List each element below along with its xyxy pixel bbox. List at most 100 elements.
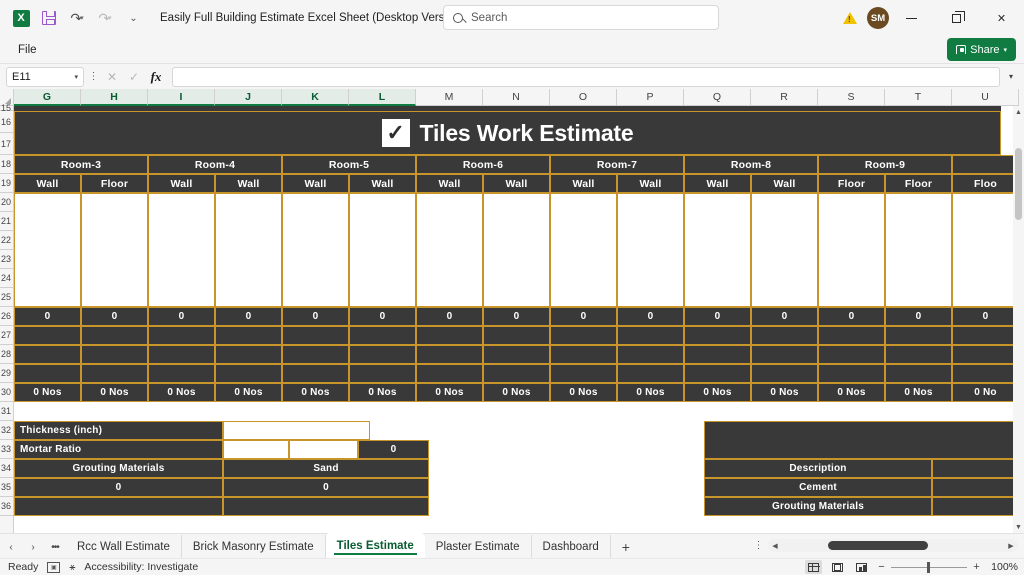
cement-value[interactable]: [932, 478, 1024, 497]
row-header-35[interactable]: 35: [0, 478, 13, 497]
blank-cell-r27-c5[interactable]: [349, 326, 416, 345]
blank-cell-r27-c3[interactable]: [215, 326, 282, 345]
column-header-U[interactable]: U: [952, 89, 1019, 106]
row-header-22[interactable]: 22: [0, 231, 13, 250]
zoom-in-button[interactable]: +: [972, 561, 981, 573]
row-header-32[interactable]: 32: [0, 421, 13, 440]
blank-cell-r29-c5[interactable]: [349, 364, 416, 383]
column-header-M[interactable]: M: [416, 89, 483, 106]
left-panel-blank-b[interactable]: [223, 497, 429, 516]
vertical-scrollbar[interactable]: ▲ ▼: [1013, 106, 1024, 533]
page-layout-view-button[interactable]: [829, 560, 846, 574]
row-header-24[interactable]: 24: [0, 269, 13, 288]
total-cell-1[interactable]: 0: [81, 307, 148, 326]
total-cell-5[interactable]: 0: [349, 307, 416, 326]
sheet-tab-plaster-estimate[interactable]: Plaster Estimate: [425, 535, 532, 558]
title-checkbox[interactable]: ✓: [381, 119, 410, 147]
input-cell-col0[interactable]: [14, 193, 81, 307]
room-subheader-Room-5-wall-1[interactable]: Wall: [349, 174, 416, 193]
thickness-input[interactable]: [223, 421, 370, 440]
blank-cell-r27-c2[interactable]: [148, 326, 215, 345]
nos-cell-9[interactable]: 0 Nos: [617, 383, 684, 402]
row-header-29[interactable]: 29: [0, 364, 13, 383]
scroll-left-icon[interactable]: ◀: [768, 542, 782, 550]
scroll-down-icon[interactable]: ▼: [1013, 521, 1024, 533]
enter-icon[interactable]: ✓: [124, 67, 144, 87]
blank-cell-r28-c13[interactable]: [885, 345, 952, 364]
blank-cell-r29-c3[interactable]: [215, 364, 282, 383]
nos-cell-1[interactable]: 0 Nos: [81, 383, 148, 402]
nos-cell-3[interactable]: 0 Nos: [215, 383, 282, 402]
cancel-icon[interactable]: ✕: [102, 67, 122, 87]
column-header-N[interactable]: N: [483, 89, 550, 106]
blank-cell-r29-c9[interactable]: [617, 364, 684, 383]
input-cell-col5[interactable]: [349, 193, 416, 307]
grouting-materials-value[interactable]: 0: [14, 478, 223, 497]
horizontal-scroll-thumb[interactable]: [828, 541, 928, 550]
room-subheader-Room-4-wall-1[interactable]: Wall: [215, 174, 282, 193]
input-cell-col7[interactable]: [483, 193, 550, 307]
room-header-Room-9[interactable]: Room-9: [818, 155, 952, 174]
normal-view-button[interactable]: [805, 560, 822, 574]
next-sheet-icon[interactable]: ›: [22, 536, 44, 558]
blank-cell-r29-c0[interactable]: [14, 364, 81, 383]
tab-split-handle[interactable]: ⋮: [752, 540, 764, 551]
row-header-27[interactable]: 27: [0, 326, 13, 345]
total-cell-12[interactable]: 0: [818, 307, 885, 326]
room-subheader-Room-6-wall-1[interactable]: Wall: [483, 174, 550, 193]
blank-cell-r27-c0[interactable]: [14, 326, 81, 345]
blank-cell-r28-c10[interactable]: [684, 345, 751, 364]
save-icon[interactable]: [36, 6, 62, 30]
room-header-Room-4[interactable]: Room-4: [148, 155, 282, 174]
nos-cell-14[interactable]: 0 No: [952, 383, 1019, 402]
record-macro-icon[interactable]: ▣: [47, 561, 61, 573]
column-header-P[interactable]: P: [617, 89, 684, 106]
right-panel-header-blank[interactable]: [704, 421, 1024, 459]
tab-file[interactable]: File: [8, 41, 47, 59]
total-cell-0[interactable]: 0: [14, 307, 81, 326]
nos-cell-4[interactable]: 0 Nos: [282, 383, 349, 402]
sheet-tab-rcc-wall-estimate[interactable]: Rcc Wall Estimate: [66, 535, 182, 558]
zoom-slider[interactable]: − +: [877, 561, 981, 573]
page-break-view-button[interactable]: [853, 560, 870, 574]
room-header-Room-8[interactable]: Room-8: [684, 155, 818, 174]
total-cell-3[interactable]: 0: [215, 307, 282, 326]
blank-cell-r27-c11[interactable]: [751, 326, 818, 345]
blank-cell-r28-c11[interactable]: [751, 345, 818, 364]
total-cell-13[interactable]: 0: [885, 307, 952, 326]
share-button[interactable]: Share ▾: [947, 38, 1016, 61]
column-header-K[interactable]: K: [282, 89, 349, 106]
blank-cell-r27-c13[interactable]: [885, 326, 952, 345]
blank-cell-r29-c14[interactable]: [952, 364, 1019, 383]
room-subheader-Room-9-floor-0[interactable]: Floor: [818, 174, 885, 193]
row-header-36[interactable]: 36: [0, 497, 13, 516]
blank-cell-r29-c13[interactable]: [885, 364, 952, 383]
row-header-28[interactable]: 28: [0, 345, 13, 364]
room-subheader-Room-3-floor-1[interactable]: Floor: [81, 174, 148, 193]
blank-cell-r27-c6[interactable]: [416, 326, 483, 345]
column-header-L[interactable]: L: [349, 89, 416, 106]
column-header-R[interactable]: R: [751, 89, 818, 106]
input-cell-col12[interactable]: [818, 193, 885, 307]
blank-cell-r28-c5[interactable]: [349, 345, 416, 364]
blank-cell-r28-c3[interactable]: [215, 345, 282, 364]
input-cell-col13[interactable]: [885, 193, 952, 307]
blank-cell-r28-c1[interactable]: [81, 345, 148, 364]
nos-cell-5[interactable]: 0 Nos: [349, 383, 416, 402]
mortar-part1-input[interactable]: [223, 440, 289, 459]
cell-area[interactable]: ✓ Tiles Work Estimate Room-3 Wall Floor Room-…: [14, 106, 1024, 533]
row-header-20[interactable]: 20: [0, 193, 13, 212]
close-icon[interactable]: ✕: [979, 0, 1024, 36]
zoom-level[interactable]: 100%: [988, 561, 1018, 573]
blank-cell-r28-c7[interactable]: [483, 345, 550, 364]
blank-cell-r28-c2[interactable]: [148, 345, 215, 364]
right-grouting-value[interactable]: [932, 497, 1024, 516]
scroll-up-icon[interactable]: ▲: [1013, 106, 1024, 118]
total-cell-10[interactable]: 0: [684, 307, 751, 326]
total-cell-6[interactable]: 0: [416, 307, 483, 326]
room-subheader-x-floo-0[interactable]: Floo: [952, 174, 1019, 193]
room-header-Room-7[interactable]: Room-7: [550, 155, 684, 174]
room-header-Room-3[interactable]: Room-3: [14, 155, 148, 174]
formula-options-icon[interactable]: ⋮: [86, 71, 100, 82]
row-header-30[interactable]: 30: [0, 383, 13, 402]
